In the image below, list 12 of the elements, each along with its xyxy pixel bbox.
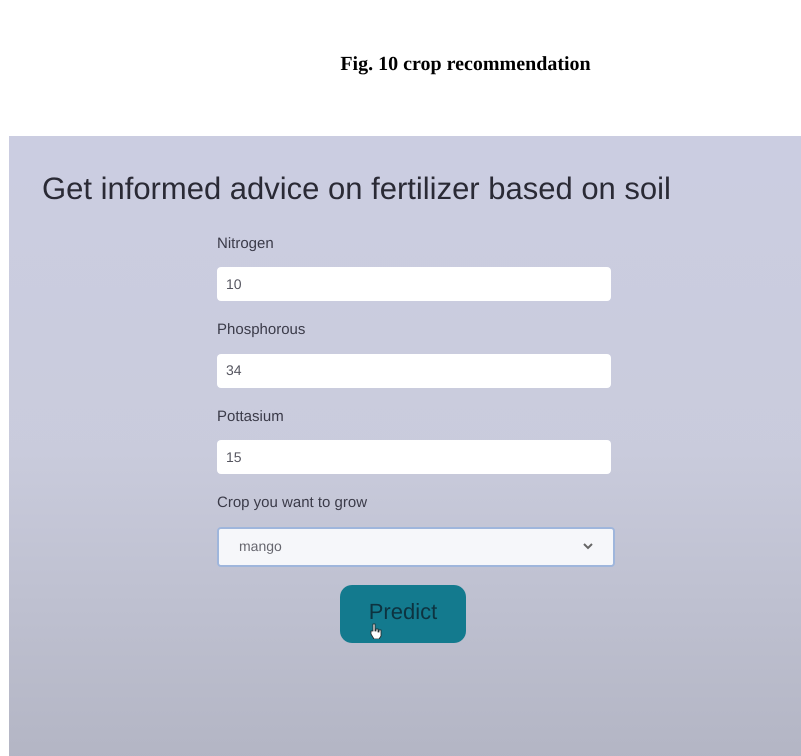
field-label: Phosphorous bbox=[217, 320, 306, 340]
figure-caption: Fig. 10 crop recommendation bbox=[340, 52, 591, 77]
hand-cursor-icon bbox=[370, 622, 382, 638]
field-label: Nitrogen bbox=[217, 234, 275, 254]
field-label: Pottasium bbox=[217, 406, 285, 426]
chevron-down-icon bbox=[583, 543, 593, 550]
crop-dropdown[interactable]: mango bbox=[217, 526, 615, 566]
input-field[interactable]: 15 bbox=[217, 440, 611, 474]
field-label: Crop you want to grow bbox=[217, 493, 368, 513]
page-heading: Get informed advice on fertilizer based on soil bbox=[41, 170, 672, 208]
input-field[interactable]: 10 bbox=[217, 267, 611, 301]
input-field[interactable]: 34 bbox=[217, 354, 611, 388]
